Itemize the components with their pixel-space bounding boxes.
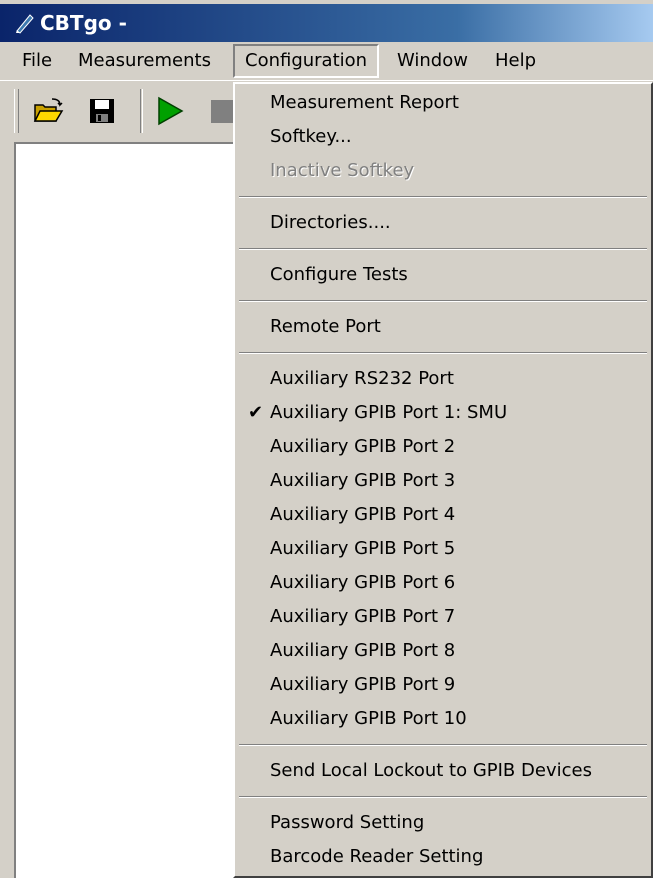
menu-item-aux-gpib-port-1[interactable]: ✔ Auxiliary GPIB Port 1: SMU bbox=[235, 396, 651, 430]
menu-separator bbox=[239, 744, 647, 746]
menu-item-aux-gpib-port-9[interactable]: Auxiliary GPIB Port 9 bbox=[235, 668, 651, 702]
toolbar-separator bbox=[140, 89, 143, 133]
menu-item-aux-gpib-port-2[interactable]: Auxiliary GPIB Port 2 bbox=[235, 430, 651, 464]
menu-bar: File Measurements Configuration Window H… bbox=[0, 42, 653, 80]
menu-window[interactable]: Window bbox=[387, 44, 478, 78]
menu-configuration[interactable]: Configuration bbox=[233, 44, 380, 78]
window-title: CBTgo - bbox=[40, 11, 127, 35]
menu-item-label: Auxiliary GPIB Port 1: SMU bbox=[270, 402, 508, 423]
menu-item-inactive-softkey: Inactive Softkey bbox=[270, 160, 415, 181]
menu-item-barcode-reader-setting[interactable]: Barcode Reader Setting bbox=[235, 840, 651, 874]
menu-item-aux-gpib-port-5[interactable]: Auxiliary GPIB Port 5 bbox=[235, 532, 651, 566]
configuration-dropdown-menu: Measurement Report Softkey... Inactive S… bbox=[233, 82, 653, 878]
menu-separator bbox=[239, 796, 647, 798]
menu-item-softkey[interactable]: Softkey... bbox=[235, 120, 651, 154]
menu-separator bbox=[239, 352, 647, 354]
menu-item-aux-gpib-port-7[interactable]: Auxiliary GPIB Port 7 bbox=[235, 600, 651, 634]
app-icon bbox=[16, 14, 34, 34]
menu-item-aux-gpib-port-6[interactable]: Auxiliary GPIB Port 6 bbox=[235, 566, 651, 600]
menu-measurements[interactable]: Measurements bbox=[68, 44, 221, 78]
checkmark-icon: ✔ bbox=[248, 402, 264, 423]
menu-separator bbox=[239, 248, 647, 250]
menu-item-measurement-report[interactable]: Measurement Report bbox=[235, 86, 651, 120]
menu-item-aux-gpib-port-4[interactable]: Auxiliary GPIB Port 4 bbox=[235, 498, 651, 532]
title-bar[interactable]: CBTgo - bbox=[0, 0, 653, 42]
menu-separator bbox=[239, 196, 647, 198]
menu-item-configure-tests[interactable]: Configure Tests bbox=[235, 258, 651, 292]
save-icon[interactable] bbox=[86, 95, 118, 127]
menu-item-aux-gpib-port-10[interactable]: Auxiliary GPIB Port 10 bbox=[235, 702, 651, 736]
menu-separator bbox=[239, 300, 647, 302]
workspace-pane bbox=[14, 142, 240, 878]
menu-item-send-local-lockout[interactable]: Send Local Lockout to GPIB Devices bbox=[235, 754, 651, 788]
stop-icon[interactable] bbox=[208, 95, 234, 127]
menu-item-aux-rs232-port[interactable]: Auxiliary RS232 Port bbox=[235, 362, 651, 396]
menu-help[interactable]: Help bbox=[485, 44, 546, 78]
menu-file[interactable]: File bbox=[12, 44, 62, 78]
menu-item-aux-gpib-port-3[interactable]: Auxiliary GPIB Port 3 bbox=[235, 464, 651, 498]
menu-item-password-setting[interactable]: Password Setting bbox=[235, 806, 651, 840]
menu-item-remote-port[interactable]: Remote Port bbox=[235, 310, 651, 344]
menu-item-directories[interactable]: Directories.... bbox=[235, 206, 651, 240]
play-icon[interactable] bbox=[154, 95, 186, 127]
open-folder-icon[interactable] bbox=[32, 95, 64, 127]
menu-item-aux-gpib-port-8[interactable]: Auxiliary GPIB Port 8 bbox=[235, 634, 651, 668]
toolbar-grip[interactable] bbox=[14, 89, 19, 133]
